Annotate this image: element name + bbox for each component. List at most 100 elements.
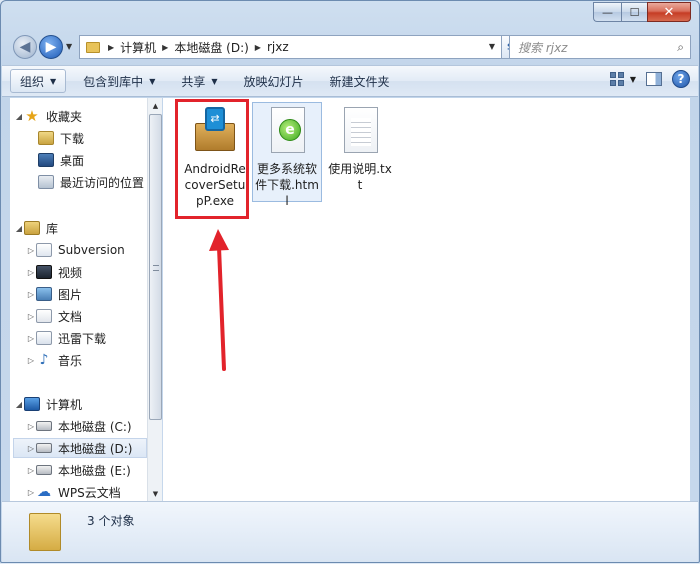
file-name: 更多系统软件下载.html: [255, 162, 319, 208]
nav-libraries-label: 库: [46, 221, 59, 236]
crumb-separator-icon[interactable]: ▶: [108, 43, 114, 52]
maximize-button[interactable]: ☐: [621, 2, 647, 22]
close-button[interactable]: ✕: [647, 2, 691, 22]
crumb-separator-icon[interactable]: ▶: [162, 43, 168, 52]
crumb-separator-icon[interactable]: ▶: [255, 43, 261, 52]
crumb-drive-d[interactable]: 本地磁盘 (D:): [174, 39, 248, 56]
file-name: 使用说明.txt: [328, 162, 392, 192]
scroll-thumb[interactable]: [149, 114, 162, 420]
search-input[interactable]: 搜索 rjxz ⌕: [509, 35, 691, 59]
preview-pane-icon[interactable]: [646, 72, 662, 86]
nav-downloads[interactable]: 下载: [38, 128, 84, 148]
share-button[interactable]: 共享 ▼: [172, 69, 226, 93]
system-drive-icon: [36, 421, 52, 431]
cloud-icon: ☁: [37, 484, 51, 500]
organize-button[interactable]: 组织 ▼: [10, 69, 67, 93]
new-folder-button[interactable]: 新建文件夹: [321, 69, 399, 93]
crumb-computer[interactable]: 计算机: [120, 39, 156, 56]
back-button[interactable]: ◀: [13, 35, 37, 59]
nav-subversion-label: Subversion: [58, 243, 125, 257]
item-count: 3 个对象: [87, 514, 135, 528]
collapsed-icon[interactable]: ▷: [26, 290, 36, 299]
desktop-icon: [38, 153, 54, 167]
nav-drive-c-label: 本地磁盘 (C:): [58, 419, 132, 434]
forward-arrow-icon: ▶: [45, 39, 57, 55]
toolbar-right: ▼ ?: [609, 70, 690, 88]
file-item[interactable]: 使用说明.txt: [325, 103, 395, 193]
nav-wps-cloud[interactable]: ▷ ☁ WPS云文档: [26, 482, 121, 502]
folder-icon: [29, 513, 61, 551]
recent-pages-dropdown[interactable]: ▼: [66, 42, 72, 51]
chevron-down-icon: ▼: [211, 76, 218, 86]
music-note-icon: ♪: [39, 352, 49, 368]
crumb-rjxz[interactable]: rjxz: [267, 40, 289, 54]
xunlei-folder-icon: [36, 331, 52, 345]
nav-pictures-label: 图片: [58, 287, 83, 302]
chevron-down-icon: ▼: [149, 76, 156, 86]
collapsed-icon[interactable]: ▷: [26, 444, 36, 453]
nav-libraries[interactable]: ◢ 库: [14, 218, 58, 238]
nav-drive-d-label: 本地磁盘 (D:): [58, 441, 133, 456]
collapsed-icon[interactable]: ▷: [26, 334, 36, 343]
nav-desktop-label: 桌面: [60, 153, 85, 168]
nav-music[interactable]: ▷ ♪ 音乐: [26, 350, 82, 370]
collapsed-icon[interactable]: ▷: [26, 246, 36, 255]
forward-button[interactable]: ▶: [39, 35, 63, 59]
nav-documents[interactable]: ▷ 文档: [26, 306, 82, 326]
scroll-up-icon[interactable]: ▲: [148, 98, 163, 113]
explorer-window: — ☐ ✕ ◀ ▶ ▼ ▶ 计算机 ▶ 本地磁盘 (D:) ▶ rjxz ▼ ⇆…: [0, 0, 700, 563]
folder-icon: [86, 41, 100, 53]
expand-icon[interactable]: ◢: [14, 400, 24, 409]
nav-favorites[interactable]: ◢ ★ 收藏夹: [14, 106, 82, 126]
star-icon: ★: [25, 107, 39, 125]
help-icon[interactable]: ?: [672, 70, 690, 88]
nav-desktop[interactable]: 桌面: [38, 150, 84, 170]
nav-drive-d[interactable]: ▷ 本地磁盘 (D:): [13, 438, 147, 458]
scroll-down-icon[interactable]: ▼: [148, 486, 163, 501]
address-dropdown-icon[interactable]: ▼: [489, 42, 495, 51]
collapsed-icon[interactable]: ▷: [26, 312, 36, 321]
nav-drive-c[interactable]: ▷ 本地磁盘 (C:): [26, 416, 132, 436]
nav-pictures[interactable]: ▷ 图片: [26, 284, 82, 304]
search-icon[interactable]: ⌕: [677, 40, 684, 55]
collapsed-icon[interactable]: ▷: [26, 422, 36, 431]
caption-buttons: — ☐ ✕: [593, 2, 691, 22]
nav-videos[interactable]: ▷ 视频: [26, 262, 82, 282]
nav-documents-label: 文档: [58, 309, 83, 324]
nav-scrollbar[interactable]: ▲ ▼: [147, 98, 162, 501]
nav-recent-label: 最近访问的位置: [60, 175, 145, 190]
expand-icon[interactable]: ◢: [14, 112, 24, 121]
nav-favorites-label: 收藏夹: [46, 109, 83, 124]
slideshow-button[interactable]: 放映幻灯片: [235, 69, 313, 93]
navigation-pane: ◢ ★ 收藏夹 下载 桌面 最近访问的位置 ◢ 库 ▷ Subversion ▷: [10, 98, 161, 501]
include-in-library-label: 包含到库中: [83, 74, 144, 89]
nav-downloads-label: 下载: [60, 131, 85, 146]
back-arrow-icon: ◀: [19, 39, 31, 55]
collapsed-icon[interactable]: ▷: [26, 488, 36, 497]
collapsed-icon[interactable]: ▷: [26, 356, 36, 365]
status-bar: 3 个对象: [2, 501, 698, 562]
nav-recent-places[interactable]: 最近访问的位置: [38, 172, 144, 192]
file-item[interactable]: e 更多系统软件下载.html: [252, 102, 322, 208]
nav-subversion[interactable]: ▷ Subversion: [26, 240, 125, 260]
address-bar[interactable]: ▶ 计算机 ▶ 本地磁盘 (D:) ▶ rjxz ▼: [79, 35, 502, 59]
html-file-icon: e: [263, 107, 311, 155]
nav-computer-label: 计算机: [46, 397, 83, 412]
expand-icon[interactable]: ◢: [14, 224, 24, 233]
command-bar: 组织 ▼ 包含到库中 ▼ 共享 ▼ 放映幻灯片 新建文件夹 ▼ ?: [2, 65, 698, 97]
collapsed-icon[interactable]: ▷: [26, 466, 36, 475]
change-view-icon[interactable]: [609, 72, 624, 86]
nav-xunlei-label: 迅雷下载: [58, 331, 107, 346]
nav-computer[interactable]: ◢ 计算机: [14, 394, 82, 414]
library-icon: [24, 221, 40, 235]
chevron-down-icon: ▼: [50, 76, 57, 86]
nav-drive-e[interactable]: ▷ 本地磁盘 (E:): [26, 460, 131, 480]
share-label: 共享: [181, 74, 206, 89]
view-dropdown-icon[interactable]: ▼: [630, 75, 636, 84]
nav-xunlei-downloads[interactable]: ▷ 迅雷下载: [26, 328, 106, 348]
slideshow-label: 放映幻灯片: [243, 74, 304, 89]
picture-icon: [36, 287, 52, 301]
collapsed-icon[interactable]: ▷: [26, 268, 36, 277]
include-in-library-button[interactable]: 包含到库中 ▼: [74, 69, 164, 93]
minimize-button[interactable]: —: [593, 2, 621, 22]
